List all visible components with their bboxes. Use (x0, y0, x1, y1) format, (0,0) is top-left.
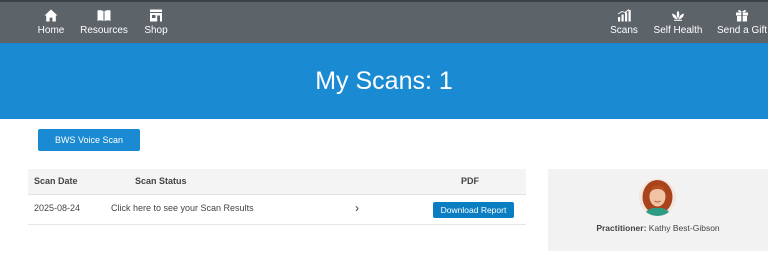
top-nav-bar: Home Resources Shop Scans Self Health Se… (0, 0, 768, 43)
home-icon (44, 9, 58, 22)
bar-chart-icon (617, 9, 631, 22)
avatar-photo (639, 179, 676, 216)
nav-self-health[interactable]: Self Health (654, 2, 702, 43)
practitioner-label: Practitioner: (596, 223, 647, 233)
scan-results-link[interactable]: Click here to see your Scan Results (111, 195, 254, 221)
gift-icon (736, 10, 748, 22)
nav-send-gift-label: Send a Gift (716, 25, 768, 36)
nav-scans-label: Scans (610, 25, 638, 36)
table-row[interactable]: 2025-08-24 Click here to see your Scan R… (28, 195, 526, 225)
book-icon (97, 10, 111, 21)
lotus-icon (672, 10, 684, 21)
store-icon (150, 9, 162, 22)
nav-home[interactable]: Home (37, 2, 65, 43)
practitioner-card: Practitioner: Kathy Best-Gibson (548, 169, 768, 251)
nav-shop-label: Shop (144, 25, 168, 36)
practitioner-info: Practitioner: Kathy Best-Gibson (548, 223, 768, 233)
nav-send-gift[interactable]: Send a Gift (717, 2, 767, 43)
chevron-right-icon[interactable]: › (355, 195, 359, 221)
nav-resources[interactable]: Resources (80, 2, 128, 43)
nav-scans[interactable]: Scans (609, 2, 639, 43)
nav-self-health-label: Self Health (653, 25, 703, 36)
column-header-scan-status: Scan Status (135, 176, 187, 186)
nav-shop[interactable]: Shop (143, 2, 169, 43)
page-header-banner: My Scans: 1 (0, 43, 768, 119)
nav-resources-label: Resources (80, 25, 128, 36)
practitioner-name: Kathy Best-Gibson (648, 223, 720, 233)
column-header-pdf: PDF (461, 176, 479, 186)
nav-home-label: Home (37, 25, 65, 36)
scans-table: Scan Date Scan Status PDF 2025-08-24 Cli… (28, 169, 526, 225)
download-report-button[interactable]: Download Report (433, 202, 514, 218)
practitioner-avatar (639, 179, 676, 216)
page-title: My Scans: 1 (315, 67, 453, 95)
table-header: Scan Date Scan Status PDF (28, 169, 526, 195)
voice-scan-button[interactable]: BWS Voice Scan (38, 129, 140, 151)
scan-date-cell: 2025-08-24 (34, 203, 81, 213)
column-header-scan-date: Scan Date (34, 176, 78, 186)
